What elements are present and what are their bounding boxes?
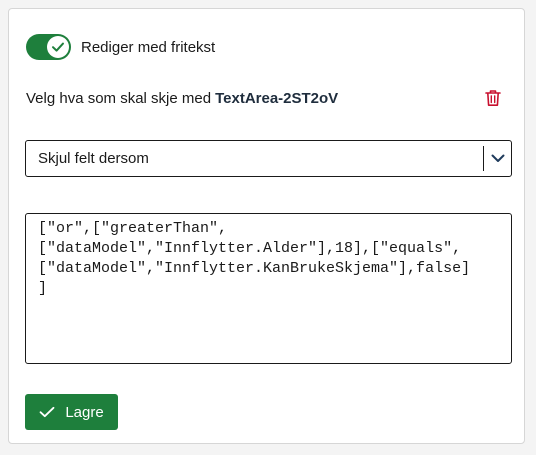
- action-select[interactable]: Skjul felt dersom: [25, 140, 512, 177]
- action-heading: Velg hva som skal skje med TextArea-2ST2…: [26, 87, 504, 109]
- expression-textarea[interactable]: ["or",["greaterThan", ["dataModel","Innfl…: [25, 213, 512, 364]
- free-text-toggle[interactable]: [26, 34, 71, 60]
- trash-icon: [485, 90, 501, 106]
- expression-line: ["dataModel","Innflytter.Alder"],18],["e…: [38, 240, 462, 257]
- component-id: TextArea-2ST2oV: [215, 89, 339, 107]
- expression-line: ["dataModel","Innflytter.KanBrukeSkjema"…: [38, 260, 471, 277]
- expression-line: ]: [38, 280, 48, 297]
- expression-panel: Rediger med fritekst Velg hva som skal s…: [8, 8, 525, 444]
- toggle-knob: [47, 36, 69, 58]
- delete-button[interactable]: [482, 87, 504, 109]
- heading-text: Velg hva som skal skje med: [26, 89, 212, 107]
- save-label: Lagre: [65, 403, 104, 421]
- check-icon: [39, 406, 55, 418]
- chevron-down-icon: [491, 154, 504, 162]
- expression-line: ["or",["greaterThan",: [38, 220, 228, 237]
- select-value: Skjul felt dersom: [38, 150, 149, 167]
- toggle-label: Rediger med fritekst: [81, 38, 216, 56]
- dropdown-toggle[interactable]: [484, 154, 511, 163]
- free-text-toggle-row: Rediger med fritekst: [26, 34, 215, 60]
- save-button[interactable]: Lagre: [25, 394, 118, 430]
- check-icon: [52, 42, 64, 52]
